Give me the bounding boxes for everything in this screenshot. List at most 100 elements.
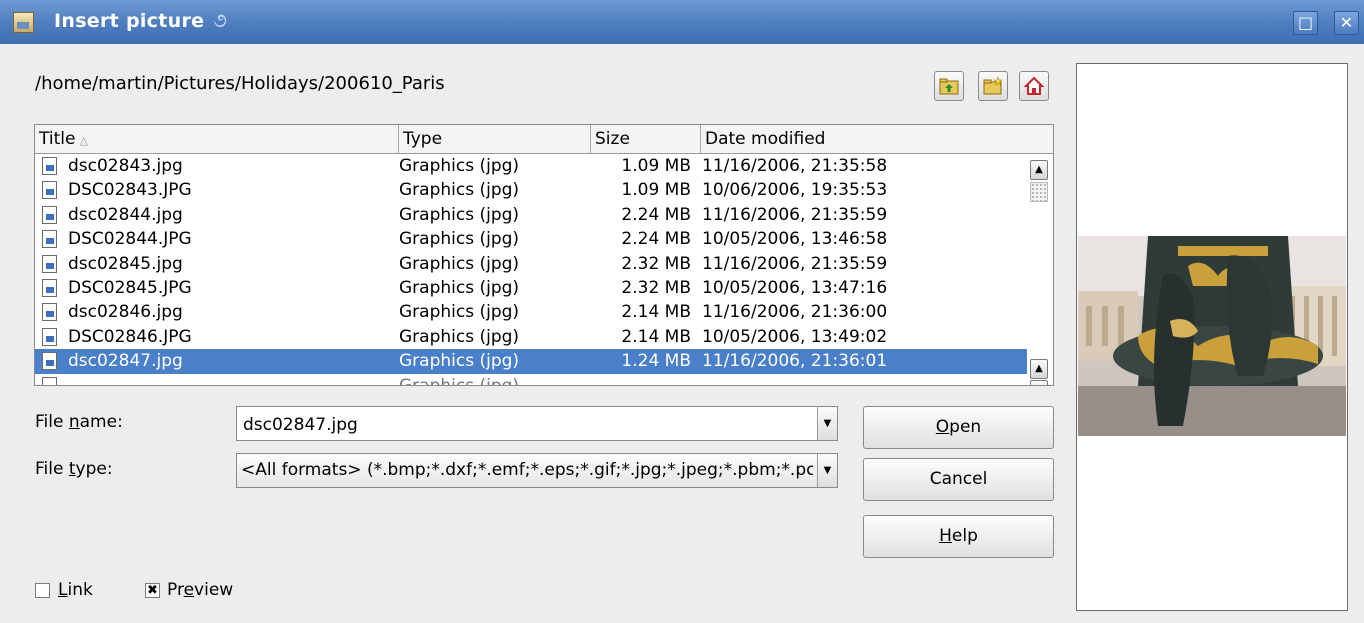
- file-name: dsc02847.jpg: [68, 351, 183, 372]
- scroll-up-arrow[interactable]: ▲: [1030, 359, 1048, 379]
- column-date-modified[interactable]: Date modified: [701, 125, 1053, 153]
- list-header: Title △ Type Size Date modified: [35, 125, 1053, 154]
- file-row[interactable]: dsc02844.jpg Graphics (jpg) 2.24 MB 11/1…: [35, 203, 1027, 227]
- file-row[interactable]: DSC02845.JPG Graphics (jpg) 2.32 MB 10/0…: [35, 276, 1027, 300]
- file-list[interactable]: Title △ Type Size Date modified dsc02843.…: [34, 124, 1054, 386]
- image-file-icon: [42, 352, 57, 371]
- file-name: dsc02843.jpg: [68, 156, 183, 176]
- file-size: 2.32 MB: [621, 277, 691, 298]
- image-file-icon: [42, 278, 57, 297]
- file-date: 10/05/2006, 13:47:16: [702, 277, 888, 298]
- vertical-scrollbar[interactable]: ▲ ▲ ▼: [1029, 154, 1051, 385]
- scroll-up-arrow[interactable]: ▲: [1030, 160, 1048, 180]
- file-name: DSC02844.JPG: [68, 229, 192, 250]
- file-type: Graphics (jpg): [399, 277, 520, 298]
- link-checkbox[interactable]: [35, 583, 50, 598]
- file-name: dsc02844.jpg: [68, 204, 183, 225]
- file-name: dsc02845.jpg: [68, 253, 183, 274]
- file-row[interactable]: dsc02846.jpg Graphics (jpg) 2.14 MB 11/1…: [35, 300, 1027, 324]
- file-name: dsc02846.jpg: [68, 302, 183, 323]
- file-size: 1.09 MB: [621, 156, 691, 176]
- column-type[interactable]: Type: [399, 125, 591, 153]
- file-size: 2.14 MB: [621, 302, 691, 323]
- image-preview-pane: [1076, 63, 1348, 611]
- title-bar[interactable]: Insert picture ૭ □ ✕: [0, 0, 1364, 44]
- create-new-folder-button[interactable]: [978, 71, 1008, 101]
- home-icon: [1024, 76, 1044, 95]
- link-label[interactable]: Link: [58, 580, 93, 600]
- file-row-partial[interactable]: Graphics (jpg): [35, 374, 1027, 386]
- file-size: 2.14 MB: [621, 326, 691, 347]
- file-date: 11/16/2006, 21:35:59: [702, 253, 888, 274]
- maximize-button[interactable]: □: [1293, 11, 1318, 35]
- file-name: DSC02846.JPG: [68, 326, 192, 347]
- file-type-label: File type:: [35, 459, 113, 479]
- image-file-icon: [42, 157, 57, 175]
- file-row[interactable]: DSC02844.JPG Graphics (jpg) 2.24 MB 10/0…: [35, 227, 1027, 251]
- preview-checkbox[interactable]: ✖: [145, 583, 160, 598]
- file-type: Graphics (jpg): [399, 302, 520, 323]
- file-name: DSC02845.JPG: [68, 277, 192, 298]
- file-date: 10/05/2006, 13:46:58: [702, 229, 888, 250]
- chevron-down-icon[interactable]: ▼: [817, 454, 837, 487]
- file-date: 10/06/2006, 19:35:53: [702, 180, 888, 201]
- image-file-icon: [42, 303, 57, 322]
- sort-ascending-icon: △: [79, 134, 88, 147]
- close-button[interactable]: ✕: [1334, 11, 1359, 35]
- folder-up-icon: [939, 78, 959, 95]
- file-type-value: <All formats> (*.bmp;*.dxf;*.emf;*.eps;*…: [241, 460, 813, 480]
- file-size: 2.24 MB: [621, 229, 691, 250]
- window-title: Insert picture: [54, 10, 205, 32]
- file-row[interactable]: dsc02843.jpg Graphics (jpg) 1.09 MB 11/1…: [35, 154, 1027, 178]
- file-type: Graphics (jpg): [399, 351, 520, 372]
- swirl-icon: ૭: [213, 8, 227, 32]
- file-date: 11/16/2006, 21:36:01: [702, 351, 888, 372]
- image-file-icon: [42, 376, 57, 385]
- file-name-combobox[interactable]: ▼: [236, 406, 838, 441]
- file-name-input[interactable]: [241, 410, 817, 439]
- file-row[interactable]: DSC02843.JPG Graphics (jpg) 1.09 MB 10/0…: [35, 178, 1027, 202]
- preview-image: [1078, 236, 1346, 436]
- file-size: 1.24 MB: [621, 351, 691, 372]
- file-size: 1.09 MB: [621, 180, 691, 201]
- file-name: DSC02843.JPG: [68, 180, 192, 201]
- column-size[interactable]: Size: [591, 125, 701, 153]
- file-row[interactable]: DSC02846.JPG Graphics (jpg) 2.14 MB 10/0…: [35, 325, 1027, 349]
- help-button[interactable]: Help: [863, 515, 1054, 558]
- file-row[interactable]: dsc02845.jpg Graphics (jpg) 2.32 MB 11/1…: [35, 252, 1027, 276]
- file-date: 11/16/2006, 21:35:58: [702, 156, 888, 176]
- file-type: Graphics (jpg): [399, 229, 520, 250]
- preview-label[interactable]: Preview: [167, 580, 233, 600]
- file-type: Graphics (jpg): [399, 326, 520, 347]
- scroll-down-arrow[interactable]: ▼: [1030, 380, 1048, 385]
- file-date: 11/16/2006, 21:36:00: [702, 302, 888, 323]
- default-directory-button[interactable]: [1019, 71, 1049, 101]
- up-one-level-button[interactable]: [934, 71, 964, 101]
- column-title[interactable]: Title △: [35, 125, 399, 153]
- cancel-button[interactable]: Cancel: [863, 458, 1054, 501]
- file-rows: dsc02843.jpg Graphics (jpg) 1.09 MB 11/1…: [35, 154, 1027, 386]
- scroll-thumb[interactable]: [1030, 182, 1048, 202]
- current-path: /home/martin/Pictures/Holidays/200610_Pa…: [35, 73, 445, 94]
- file-size: 2.24 MB: [621, 204, 691, 225]
- file-type: Graphics (jpg): [399, 253, 520, 274]
- image-file-icon: [42, 230, 57, 249]
- image-file-icon: [42, 327, 57, 346]
- open-button[interactable]: Open: [863, 406, 1054, 449]
- file-type: Graphics (jpg): [399, 204, 520, 225]
- file-type: Graphics (jpg): [399, 375, 520, 386]
- chevron-down-icon[interactable]: ▼: [817, 407, 837, 440]
- file-name-label: File name:: [35, 412, 123, 432]
- file-type: Graphics (jpg): [399, 180, 520, 201]
- file-date: 10/05/2006, 13:49:02: [702, 326, 888, 347]
- image-file-icon: [42, 181, 57, 200]
- file-type: Graphics (jpg): [399, 156, 520, 176]
- image-file-icon: [42, 205, 57, 224]
- file-row-selected[interactable]: dsc02847.jpg Graphics (jpg) 1.24 MB 11/1…: [35, 349, 1027, 374]
- app-picture-icon: [13, 12, 34, 33]
- insert-picture-dialog: Insert picture ૭ □ ✕ /home/martin/Pictur…: [0, 0, 1364, 623]
- image-file-icon: [42, 254, 57, 273]
- file-type-select[interactable]: <All formats> (*.bmp;*.dxf;*.emf;*.eps;*…: [236, 453, 838, 488]
- new-folder-icon: [983, 76, 1003, 95]
- file-size: 2.32 MB: [621, 253, 691, 274]
